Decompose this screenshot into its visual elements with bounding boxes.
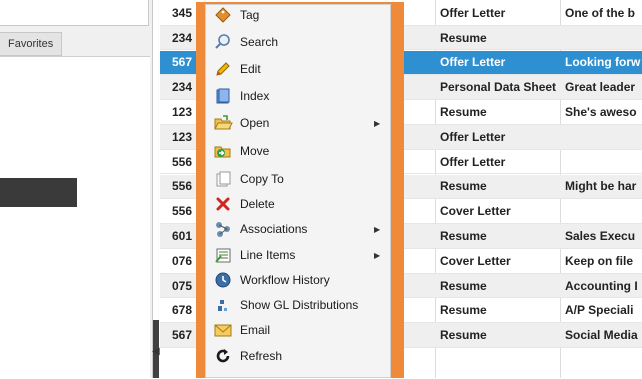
left-panel-body (0, 56, 150, 379)
cell-document-type: Resume (440, 179, 487, 194)
menu-item-associations[interactable]: Associations ▶ (206, 216, 390, 242)
line-items-icon (212, 244, 234, 266)
cell-description: A/P Speciali (565, 303, 634, 318)
menu-item-label: Workflow History (240, 273, 330, 287)
menu-item-line-items[interactable]: Line Items ▶ (206, 242, 390, 268)
tab-favorites[interactable]: Favorites (0, 32, 62, 56)
menu-item-label: Tag (240, 8, 260, 22)
menu-item-label: Email (240, 323, 271, 337)
menu-item-copy-to[interactable]: Copy To (206, 166, 390, 192)
move-icon (212, 140, 234, 162)
left-top-field[interactable] (0, 0, 149, 26)
cell-document-type: Offer Letter (440, 55, 506, 70)
menu-item-label: Move (240, 144, 270, 158)
menu-item-label: Open (240, 116, 270, 130)
menu-item-search[interactable]: Search (206, 29, 390, 55)
email-icon (212, 319, 234, 341)
cell-document-type: Offer Letter (440, 154, 506, 169)
menu-item-index[interactable]: Index (206, 83, 390, 109)
cell-document-type: Resume (440, 228, 487, 243)
cell-description: Social Media (565, 328, 638, 343)
menu-item-label: Delete (240, 197, 275, 211)
cell-document-type: Cover Letter (440, 253, 511, 268)
menu-item-email[interactable]: Email (206, 317, 390, 343)
cell-document-type: Resume (440, 30, 487, 45)
delete-x-icon (212, 193, 234, 215)
cell-document-type: Resume (440, 328, 487, 343)
cell-document-type: Cover Letter (440, 204, 511, 219)
cell-document-type: Offer Letter (440, 5, 506, 20)
submenu-arrow-icon: ▶ (374, 250, 381, 260)
associations-icon (212, 218, 234, 240)
cell-description: Great leader (565, 80, 636, 95)
gl-distributions-icon (212, 294, 234, 316)
history-icon (212, 269, 234, 291)
menu-item-label: Line Items (240, 248, 296, 262)
menu-item-label: Search (240, 35, 279, 49)
cell-document-type: Resume (440, 303, 487, 318)
menu-item-edit[interactable]: Edit (206, 56, 390, 82)
menu-item-label: Show GL Distributions (240, 298, 359, 312)
copy-icon (212, 168, 234, 190)
cell-description: Keep on file (565, 253, 634, 268)
cell-description: Accounting I (565, 278, 638, 293)
context-menu: Tag Search Edit Index Open ▶ Move Copy To Delete… (205, 4, 391, 378)
index-icon (212, 85, 234, 107)
folder-open-icon (212, 112, 234, 134)
menu-item-label: Copy To (240, 172, 284, 186)
submenu-arrow-icon: ▶ (374, 118, 381, 128)
left-panel: Favorites (0, 0, 153, 379)
selected-tree-item[interactable] (0, 178, 77, 207)
menu-item-show-gl-distributions[interactable]: Show GL Distributions (206, 292, 390, 318)
menu-item-label: Associations (240, 222, 308, 236)
submenu-arrow-icon: ▶ (374, 224, 381, 234)
menu-item-move[interactable]: Move (206, 138, 390, 164)
menu-item-open[interactable]: Open ▶ (206, 110, 390, 136)
refresh-icon (212, 345, 234, 367)
menu-item-refresh[interactable]: Refresh (206, 343, 390, 369)
tag-icon (212, 4, 234, 26)
menu-item-tag[interactable]: Tag (206, 2, 390, 28)
cell-document-type: Personal Data Sheet (440, 80, 557, 95)
collapse-left-arrow-icon[interactable]: ◀ (152, 344, 160, 360)
menu-item-workflow-history[interactable]: Workflow History (206, 267, 390, 293)
menu-item-label: Refresh (240, 349, 283, 363)
cell-description: Might be har (565, 179, 637, 194)
menu-item-label: Index (240, 89, 270, 103)
pencil-icon (212, 58, 234, 80)
cell-description: Sales Execu (565, 228, 636, 243)
cell-description: She's aweso (565, 104, 637, 119)
cell-document-type: Resume (440, 104, 487, 119)
cell-document-type: Resume (440, 278, 487, 293)
search-icon (212, 31, 234, 53)
cell-description: Looking forw (565, 55, 641, 70)
cell-document-type: Offer Letter (440, 129, 506, 144)
menu-item-delete[interactable]: Delete (206, 191, 390, 217)
menu-item-label: Edit (240, 62, 261, 76)
cell-description: One of the b (565, 5, 635, 20)
